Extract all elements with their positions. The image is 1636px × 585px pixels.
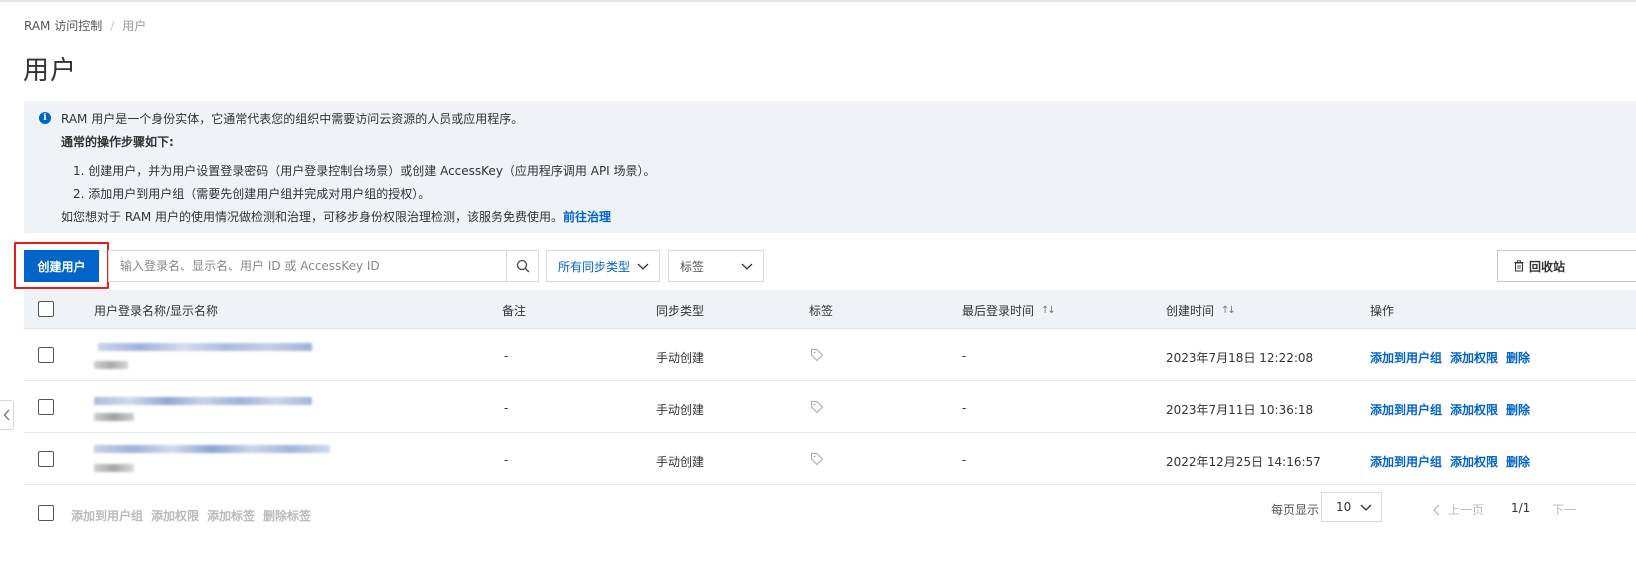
note-cell: - xyxy=(504,401,509,415)
select-all-checkbox[interactable] xyxy=(38,301,54,317)
notice-intro: RAM 用户是一个身份实体，它通常代表您的组织中需要访问云资源的人员或应用程序。 xyxy=(61,112,524,126)
batch-remove-tag[interactable]: 删除标签 xyxy=(263,507,311,524)
sync-type-cell: 手动创建 xyxy=(656,403,705,417)
create-user-button[interactable]: 创建用户 xyxy=(24,250,99,282)
breadcrumb: RAM 访问控制 / 用户 xyxy=(24,17,146,34)
created-time-cell: 2022年12月25日 14:16:57 xyxy=(1166,455,1321,469)
add-to-group-link[interactable]: 添加到用户组 xyxy=(1370,453,1442,470)
search-button[interactable] xyxy=(506,251,538,281)
row-actions: 添加到用户组 添加权限 删除 xyxy=(1370,349,1538,366)
search-icon xyxy=(516,259,529,273)
last-login-label: 最后登录时间 xyxy=(962,304,1035,318)
per-page-label: 每页显示 xyxy=(1271,503,1320,517)
chevron-left-icon xyxy=(1433,504,1440,515)
notice-step-1: 1. 创建用户，并为用户设置登录密码（用户登录控制台场景）或创建 AccessK… xyxy=(73,164,656,178)
batch-actions: 添加到用户组 添加权限 添加标签 删除标签 xyxy=(71,507,319,524)
last-login-cell: - xyxy=(962,349,967,363)
search-box xyxy=(108,250,539,282)
breadcrumb-separator: / xyxy=(110,18,115,33)
table-row: - 手动创建 - 2023年7月11日 10:36:18 添加到用户组 添加权限… xyxy=(24,381,1636,433)
chevron-down-icon xyxy=(1360,504,1372,511)
chevron-down-icon xyxy=(637,263,649,270)
last-login-cell: - xyxy=(962,453,967,467)
column-header-sync: 同步类型 xyxy=(656,304,705,318)
note-cell: - xyxy=(504,453,509,467)
breadcrumb-current: 用户 xyxy=(122,19,147,33)
created-time-cell: 2023年7月18日 12:22:08 xyxy=(1166,351,1314,365)
row-actions: 添加到用户组 添加权限 删除 xyxy=(1370,453,1538,470)
last-login-cell: - xyxy=(962,401,967,415)
tag-icon[interactable] xyxy=(810,348,824,362)
per-page-value: 10 xyxy=(1336,500,1352,514)
tag-icon[interactable] xyxy=(810,400,824,414)
column-header-ops: 操作 xyxy=(1370,304,1395,318)
prev-page-label: 上一页 xyxy=(1448,503,1485,517)
batch-add-tag[interactable]: 添加标签 xyxy=(207,507,255,524)
sort-icon[interactable]: ↑↓ xyxy=(1041,305,1056,316)
governance-link[interactable]: 前往治理 xyxy=(563,210,611,224)
column-header-created[interactable]: 创建时间 ↑↓ xyxy=(1166,302,1236,319)
search-input[interactable] xyxy=(109,251,506,281)
column-header-name: 用户登录名称/显示名称 xyxy=(94,304,219,318)
add-to-group-link[interactable]: 添加到用户组 xyxy=(1370,349,1442,366)
sync-type-select[interactable]: 所有同步类型 xyxy=(546,250,660,282)
sync-type-value: 所有同步类型 xyxy=(558,259,631,274)
batch-add-permission[interactable]: 添加权限 xyxy=(151,507,199,524)
batch-add-to-group[interactable]: 添加到用户组 xyxy=(71,507,143,524)
delete-link[interactable]: 删除 xyxy=(1506,453,1530,470)
prev-page-button[interactable]: 上一页 xyxy=(1432,501,1484,518)
table-header: 用户登录名称/显示名称 备注 同步类型 标签 最后登录时间 ↑↓ 创建时间 ↑↓… xyxy=(24,290,1636,329)
column-header-tag: 标签 xyxy=(809,304,834,318)
page-indicator: 1/1 xyxy=(1511,501,1531,515)
batch-select-checkbox[interactable] xyxy=(38,505,54,521)
add-to-group-link[interactable]: 添加到用户组 xyxy=(1370,401,1442,418)
info-icon: i xyxy=(39,112,51,124)
chevron-down-icon xyxy=(741,263,753,270)
notice-step-2: 2. 添加用户到用户组（需要先创建用户组并完成对用户组的授权）。 xyxy=(73,187,431,201)
sync-type-cell: 手动创建 xyxy=(656,455,705,469)
row-checkbox[interactable] xyxy=(38,399,54,415)
sort-icon[interactable]: ↑↓ xyxy=(1221,305,1236,316)
note-cell: - xyxy=(504,349,509,363)
next-page-button[interactable]: 下一 xyxy=(1552,501,1576,518)
row-checkbox[interactable] xyxy=(38,347,54,363)
notice-steps-heading: 通常的操作步骤如下: xyxy=(61,135,174,149)
row-checkbox[interactable] xyxy=(38,451,54,467)
recycle-bin-button[interactable]: 回收站 xyxy=(1497,250,1636,282)
created-label: 创建时间 xyxy=(1166,304,1215,318)
delete-link[interactable]: 删除 xyxy=(1506,401,1530,418)
row-actions: 添加到用户组 添加权限 删除 xyxy=(1370,401,1538,418)
created-time-cell: 2023年7月11日 10:36:18 xyxy=(1166,403,1314,417)
table-row: - 手动创建 - 2023年7月18日 12:22:08 添加到用户组 添加权限… xyxy=(24,329,1636,381)
column-header-last-login[interactable]: 最后登录时间 ↑↓ xyxy=(962,302,1056,319)
tag-select-value: 标签 xyxy=(680,259,705,274)
page-title: 用户 xyxy=(23,56,78,86)
chevron-left-icon xyxy=(3,409,9,421)
per-page-select[interactable]: 10 xyxy=(1321,492,1382,522)
info-notice: i RAM 用户是一个身份实体，它通常代表您的组织中需要访问云资源的人员或应用程… xyxy=(24,101,1636,233)
breadcrumb-root[interactable]: RAM 访问控制 xyxy=(24,17,102,34)
add-permission-link[interactable]: 添加权限 xyxy=(1450,349,1498,366)
delete-link[interactable]: 删除 xyxy=(1506,349,1530,366)
notice-governance: 如您想对于 RAM 用户的使用情况做检测和治理，可移步身份权限治理检测，该服务免… xyxy=(61,208,611,225)
tag-icon[interactable] xyxy=(810,452,824,466)
table-row: - 手动创建 - 2022年12月25日 14:16:57 添加到用户组 添加权… xyxy=(24,433,1636,485)
sync-type-cell: 手动创建 xyxy=(656,351,705,365)
add-permission-link[interactable]: 添加权限 xyxy=(1450,453,1498,470)
top-divider xyxy=(0,0,1636,2)
recycle-bin-label: 回收站 xyxy=(1529,259,1566,274)
column-header-note: 备注 xyxy=(502,304,527,318)
notice-governance-text: 如您想对于 RAM 用户的使用情况做检测和治理，可移步身份权限治理检测，该服务免… xyxy=(61,210,564,224)
sidebar-toggle[interactable] xyxy=(0,400,14,430)
add-permission-link[interactable]: 添加权限 xyxy=(1450,401,1498,418)
tag-select[interactable]: 标签 xyxy=(668,250,764,282)
trash-icon xyxy=(1514,260,1524,272)
